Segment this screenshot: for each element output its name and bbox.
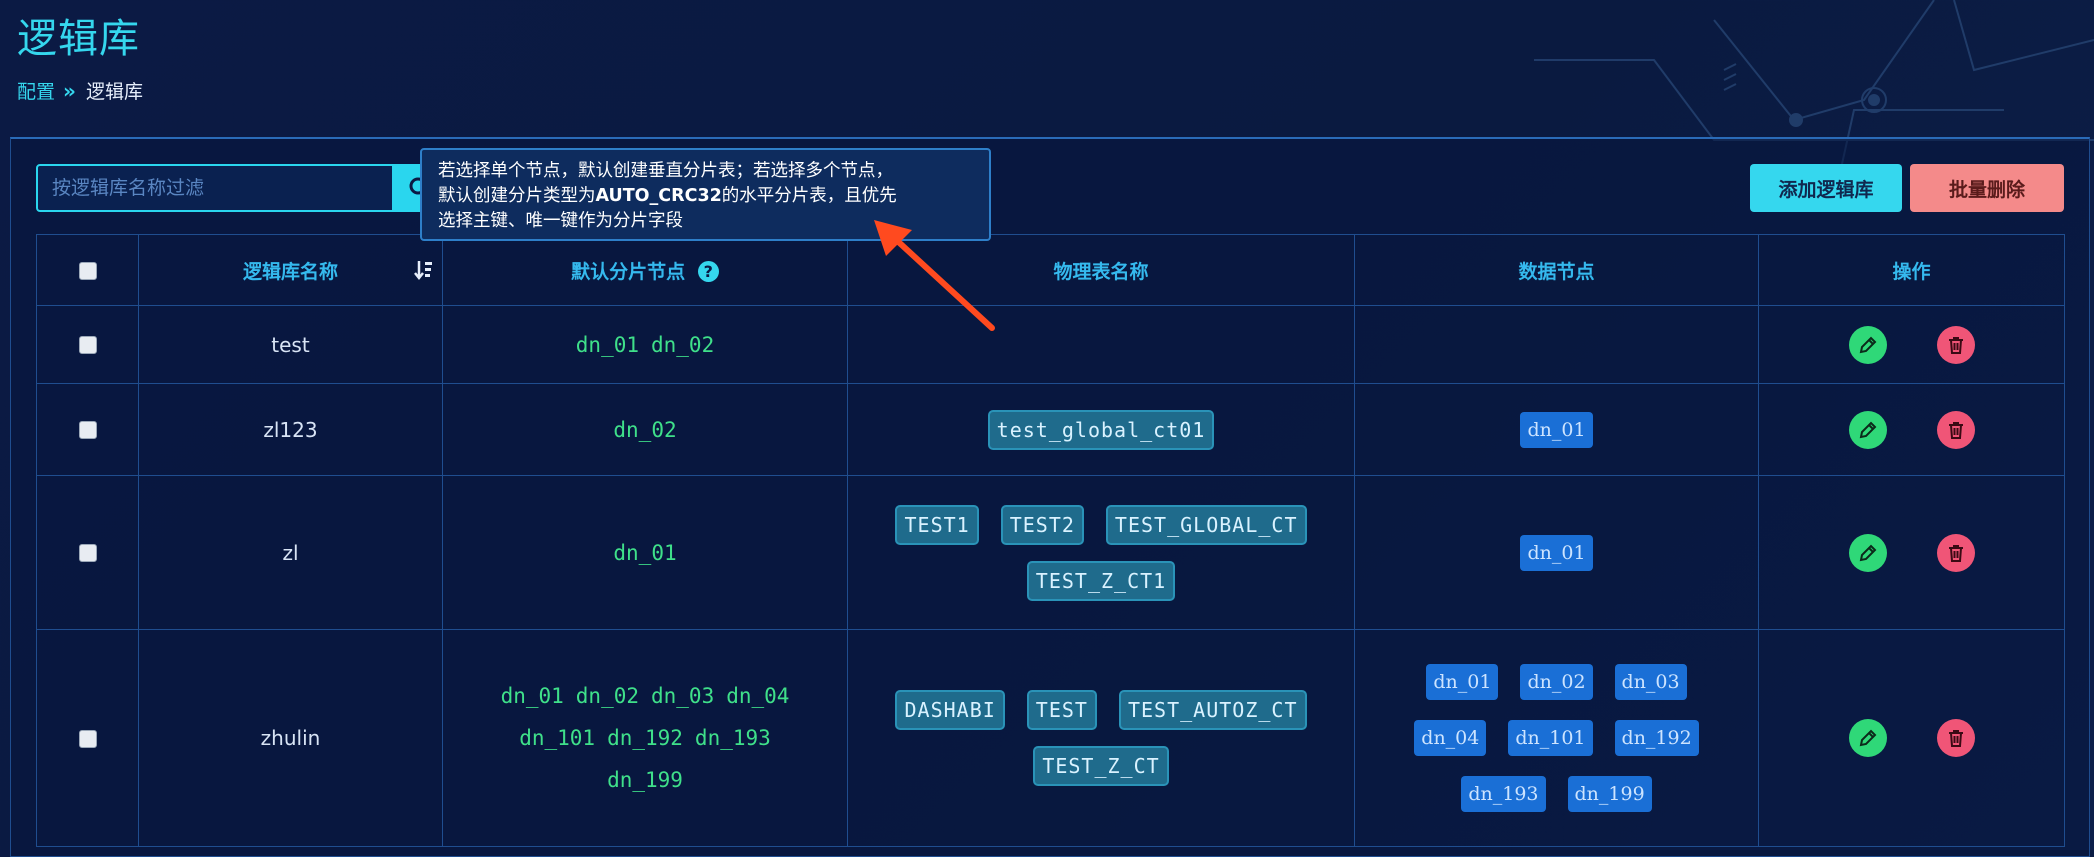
default-node: dn_199 xyxy=(607,768,683,792)
logic-db-name: zl xyxy=(282,540,299,565)
default-node: dn_193 xyxy=(694,726,771,750)
data-nodes-cell: dn_01 dn_02 dn_03 dn_04 dn_101 dn_192 dn_193… xyxy=(1354,629,1759,847)
pencil-icon xyxy=(1859,729,1876,747)
trash-icon xyxy=(1948,336,1963,354)
default-nodes-cell: dn_02 xyxy=(442,383,848,476)
breadcrumb: 配置 » 逻辑库 xyxy=(17,77,143,104)
logic-db-name: zhulin xyxy=(260,726,321,750)
physical-table-tag: test_global_ct01 xyxy=(987,409,1215,450)
physical-table-tag: TEST xyxy=(1026,690,1097,730)
data-node-badge: dn_04 xyxy=(1414,720,1487,756)
physical-tables-cell: test_global_ct01 xyxy=(847,383,1355,476)
tooltip-line-1: 若选择单个节点，默认创建垂直分片表；若选择多个节点， xyxy=(438,161,893,181)
pencil-icon xyxy=(1859,336,1876,353)
trash-icon xyxy=(1948,544,1963,562)
data-nodes-cell: dn_01 xyxy=(1354,475,1759,630)
row-checkbox[interactable] xyxy=(78,336,97,355)
default-node: dn_101 xyxy=(519,726,596,750)
actions-cell xyxy=(1758,629,2065,847)
data-node-badge: dn_03 xyxy=(1614,664,1687,700)
data-node-badge: dn_01 xyxy=(1426,664,1499,700)
logic-db-table: 逻辑库名称 默认分片节点 ? 物理表名称 数据节点 操作 test dn_01 … xyxy=(36,234,2065,847)
row-checkbox[interactable] xyxy=(78,544,97,563)
table-row: zl dn_01 TEST1 TEST2 TEST_GLOBAL_CT TEST_Z… xyxy=(36,475,2065,630)
physical-table-tag: TEST_GLOBAL_CT xyxy=(1105,504,1307,545)
default-node: dn_192 xyxy=(607,726,683,750)
column-header-default-nodes: 默认分片节点 xyxy=(571,260,686,283)
pencil-icon xyxy=(1859,421,1876,438)
breadcrumb-current: 逻辑库 xyxy=(85,81,143,103)
default-node: dn_02 xyxy=(613,417,677,442)
breadcrumb-separator: » xyxy=(63,78,76,103)
physical-tables-cell: DASHABI TEST TEST_AUTOZ_CT TEST_Z_CT xyxy=(847,629,1355,847)
page-title: 逻辑库 xyxy=(17,16,140,62)
delete-button[interactable] xyxy=(1936,410,1975,449)
actions-cell xyxy=(1758,305,2065,384)
default-node: dn_04 xyxy=(726,684,790,708)
actions-cell xyxy=(1758,475,2065,630)
batch-delete-button[interactable]: 批量删除 xyxy=(1910,164,2064,212)
sort-icon[interactable] xyxy=(414,259,434,281)
column-header-data-nodes: 数据节点 xyxy=(1518,260,1595,283)
tooltip-line-2-suffix: 的水平分片表，且优先 xyxy=(721,186,897,206)
default-node: dn_01 xyxy=(500,684,564,708)
data-nodes-cell: dn_01 xyxy=(1354,383,1759,476)
physical-table-tag: DASHABI xyxy=(895,690,1005,730)
row-checkbox[interactable] xyxy=(78,729,97,748)
data-nodes-cell xyxy=(1354,305,1759,384)
delete-button[interactable] xyxy=(1936,533,1975,572)
table-row: zhulin dn_01 dn_02 dn_03 dn_04 dn_101 dn_192… xyxy=(36,629,2065,847)
default-nodes-cell: dn_01 dn_02 xyxy=(442,305,848,384)
data-node-badge: dn_02 xyxy=(1520,664,1593,700)
table-row: zl123 dn_02 test_global_ct01 dn_01 xyxy=(36,383,2065,476)
data-node-badge: dn_192 xyxy=(1614,720,1699,756)
tooltip-line-2-prefix: 默认创建分片类型为 xyxy=(438,186,596,206)
trash-icon xyxy=(1948,421,1963,439)
edit-button[interactable] xyxy=(1848,719,1887,757)
row-checkbox[interactable] xyxy=(78,421,97,440)
data-node-badge: dn_01 xyxy=(1520,534,1593,571)
tooltip-line-2: 默认创建分片类型为AUTO_CRC32的水平分片表，且优先 xyxy=(438,184,973,209)
default-node: dn_03 xyxy=(651,684,715,708)
select-all-checkbox[interactable] xyxy=(78,261,97,280)
edit-button[interactable] xyxy=(1848,410,1887,449)
default-nodes-cell: dn_01 dn_02 dn_03 dn_04 dn_101 dn_192 dn_193 … xyxy=(442,629,848,847)
help-icon[interactable]: ? xyxy=(697,260,719,282)
logic-db-name: test xyxy=(271,332,310,357)
column-header-actions: 操作 xyxy=(1892,260,1931,283)
column-header-physical-tables: 物理表名称 xyxy=(1053,260,1149,283)
delete-button[interactable] xyxy=(1936,325,1975,364)
data-node-badge: dn_101 xyxy=(1508,720,1593,756)
logic-db-name: zl123 xyxy=(263,417,318,442)
default-node: dn_02 xyxy=(651,332,715,357)
physical-table-tag: TEST_AUTOZ_CT xyxy=(1118,690,1307,730)
physical-table-tag: TEST2 xyxy=(1000,504,1084,545)
add-logic-db-button[interactable]: 添加逻辑库 xyxy=(1750,164,1902,212)
search-input[interactable] xyxy=(36,164,394,212)
trash-icon xyxy=(1948,730,1963,747)
annotation-arrow xyxy=(874,220,995,331)
table-row: test dn_01 dn_02 xyxy=(36,305,2065,384)
default-nodes-cell: dn_01 xyxy=(442,475,848,630)
search-box xyxy=(36,164,452,212)
actions-cell xyxy=(1758,383,2065,476)
breadcrumb-config-link[interactable]: 配置 xyxy=(17,77,55,104)
physical-table-tag: TEST1 xyxy=(895,504,979,545)
delete-button[interactable] xyxy=(1936,719,1975,757)
edit-button[interactable] xyxy=(1848,533,1887,572)
data-node-badge: dn_01 xyxy=(1520,411,1593,448)
column-header-name: 逻辑库名称 xyxy=(242,260,338,283)
default-node: dn_01 xyxy=(575,332,639,357)
data-node-badge: dn_193 xyxy=(1461,776,1546,812)
default-node: dn_02 xyxy=(575,684,639,708)
default-node: dn_01 xyxy=(613,540,677,565)
tooltip-line-2-bold: AUTO_CRC32 xyxy=(595,186,722,206)
pencil-icon xyxy=(1859,544,1876,561)
physical-tables-cell: TEST1 TEST2 TEST_GLOBAL_CT TEST_Z_CT1 xyxy=(847,475,1355,630)
data-node-badge: dn_199 xyxy=(1567,776,1652,812)
physical-table-tag: TEST_Z_CT xyxy=(1033,746,1169,786)
physical-table-tag: TEST_Z_CT1 xyxy=(1026,560,1176,601)
table-header-row: 逻辑库名称 默认分片节点 ? 物理表名称 数据节点 操作 xyxy=(36,234,2065,306)
edit-button[interactable] xyxy=(1848,325,1887,364)
